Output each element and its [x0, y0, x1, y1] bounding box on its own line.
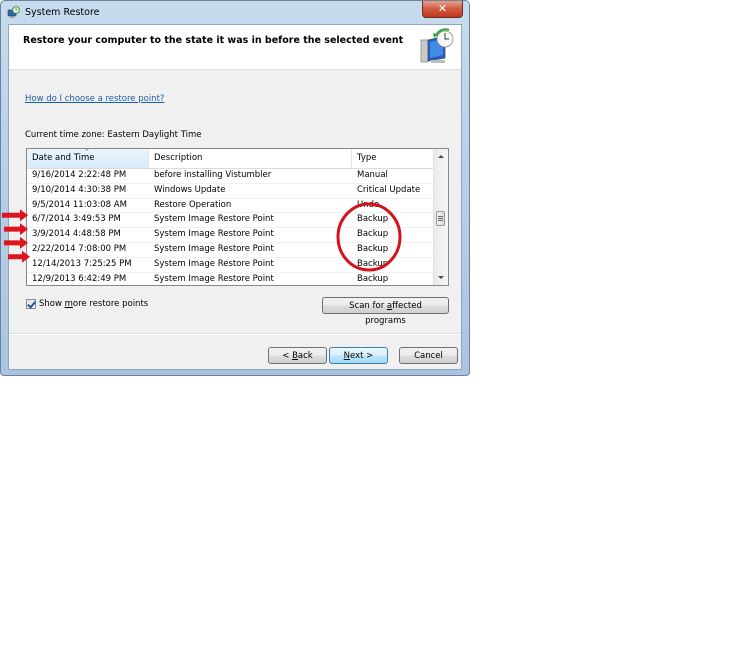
help-link[interactable]: How do I choose a restore point? — [25, 94, 164, 104]
column-header-type[interactable]: Type — [352, 149, 434, 168]
cell-type: Backup — [357, 258, 389, 269]
label-part: ore restore points — [72, 299, 149, 309]
label-part: Show — [39, 299, 65, 309]
cell-date: 3/9/2014 4:48:58 PM — [32, 229, 121, 240]
label-part: ack — [297, 351, 313, 361]
show-more-restore-points[interactable]: Show more restore points — [26, 299, 148, 309]
column-header-date-label: Date and Time — [32, 153, 95, 163]
cell-date: 9/10/2014 4:30:38 PM — [32, 184, 127, 195]
system-restore-icon — [7, 6, 20, 18]
grip-line — [438, 220, 443, 221]
grip-line — [438, 218, 443, 219]
vertical-scrollbar[interactable] — [433, 149, 448, 285]
cell-type: Backup — [357, 214, 389, 225]
title-bar[interactable]: System Restore ✕ — [1, 1, 469, 24]
cell-description: System Image Restore Point — [154, 214, 274, 225]
back-button[interactable]: < Back — [268, 347, 327, 364]
list-rows: 9/16/2014 2:22:48 PM before installing Vi… — [27, 169, 434, 285]
table-row[interactable]: 9/16/2014 2:22:48 PM before installing Vi… — [27, 169, 434, 184]
cell-date: 9/16/2014 2:22:48 PM — [32, 170, 127, 180]
scroll-up-arrow-icon[interactable] — [438, 155, 444, 158]
close-button[interactable]: ✕ — [422, 1, 463, 18]
system-restore-window: System Restore ✕ Restore your computer t… — [0, 0, 470, 376]
table-row[interactable]: 9/5/2014 11:03:08 AM Restore Operation Und… — [27, 199, 434, 214]
cell-description: System Image Restore Point — [154, 229, 274, 240]
cell-description: Restore Operation — [154, 199, 232, 210]
label-part: < — [282, 351, 293, 361]
timezone-label: Current time zone: Eastern Daylight Time — [25, 130, 202, 140]
cell-type: Manual — [357, 170, 388, 180]
cell-type: Backup — [357, 229, 389, 240]
column-header-description[interactable]: Description — [149, 149, 352, 168]
table-row[interactable]: 12/14/2013 7:25:25 PM System Image Restor… — [27, 258, 434, 273]
list-header: Date and Time Description Type — [27, 149, 434, 169]
cell-description: System Image Restore Point — [154, 273, 274, 284]
wizard-header: Restore your computer to the state it wa… — [9, 25, 461, 70]
cell-description: System Image Restore Point — [154, 243, 274, 254]
table-row[interactable]: 6/7/2014 3:49:53 PM System Image Restore … — [27, 213, 434, 229]
cell-date: 6/7/2014 3:49:53 PM — [32, 214, 121, 225]
page-title: Restore your computer to the state it wa… — [23, 35, 404, 46]
next-button[interactable]: Next > — [329, 347, 388, 364]
scroll-thumb[interactable] — [436, 211, 445, 226]
wizard-body: Restore your computer to the state it wa… — [8, 24, 462, 370]
grip-line — [438, 216, 443, 217]
sort-arrow-icon — [84, 149, 90, 151]
table-row[interactable]: 9/10/2014 4:30:38 PM Windows Update Critic… — [27, 184, 434, 199]
cell-description: System Image Restore Point — [154, 258, 274, 269]
close-icon: ✕ — [437, 2, 448, 15]
scan-affected-programs-button[interactable]: Scan for affected programs — [322, 297, 449, 326]
show-more-checkbox[interactable] — [26, 299, 36, 309]
restore-points-list[interactable]: Date and Time Description Type 9/16/2014… — [26, 148, 449, 286]
column-header-type-label: Type — [357, 153, 377, 163]
column-header-description-label: Description — [154, 153, 203, 163]
label-part: Cancel — [414, 351, 443, 361]
show-more-label[interactable]: Show more restore points — [39, 299, 148, 309]
window-title: System Restore — [25, 7, 100, 18]
table-row[interactable]: 2/22/2014 7:08:00 PM System Image Restore… — [27, 243, 434, 258]
cell-date: 2/22/2014 7:08:00 PM — [32, 243, 127, 254]
cell-type: Backup — [357, 273, 389, 284]
cell-type: Backup — [357, 243, 389, 254]
table-row[interactable]: 12/9/2013 6:42:49 PM System Image Restore… — [27, 273, 434, 285]
column-header-date[interactable]: Date and Time — [27, 149, 149, 168]
cell-type: Critical Update — [357, 184, 421, 195]
cell-date: 9/5/2014 11:03:08 AM — [32, 199, 127, 210]
cell-date: 12/14/2013 7:25:25 PM — [32, 258, 132, 269]
system-restore-computer-icon — [420, 28, 454, 63]
label-part: ext > — [350, 351, 374, 361]
cancel-button[interactable]: Cancel — [399, 347, 458, 364]
scroll-down-arrow-icon[interactable] — [438, 276, 444, 279]
cell-type: Undo — [357, 199, 380, 210]
footer-divider — [9, 333, 461, 335]
cell-description: before installing Vistumbler — [154, 170, 272, 180]
table-row[interactable]: 3/9/2014 4:48:58 PM System Image Restore … — [27, 228, 434, 243]
cell-description: Windows Update — [154, 184, 226, 195]
cell-date: 12/9/2013 6:42:49 PM — [32, 273, 127, 284]
label-part: Scan for — [349, 301, 387, 311]
label-accelerator: m — [64, 299, 73, 309]
